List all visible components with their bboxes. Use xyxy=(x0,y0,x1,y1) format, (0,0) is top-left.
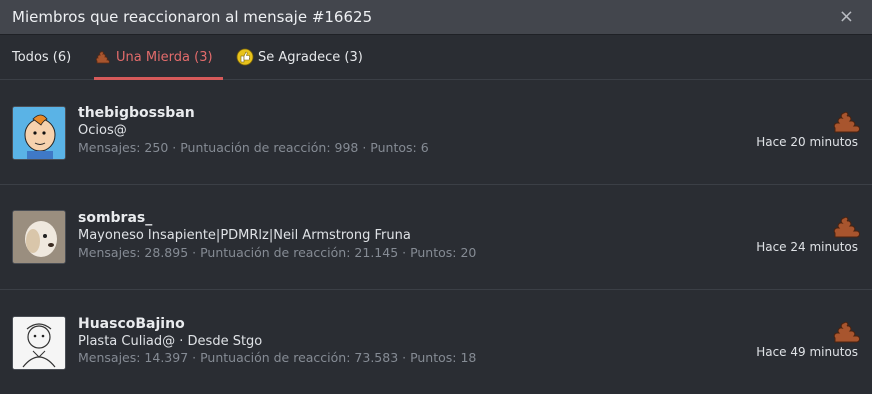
tab-all-label: Todos (6) xyxy=(12,49,72,65)
reaction-time: Hace 49 minutos xyxy=(756,345,858,359)
list-item: sombras_ Mayoneso Insapiente|PDMRlz|Neil… xyxy=(0,185,872,290)
thumbs-up-icon xyxy=(236,48,254,66)
list-item: thebigbossban Ocios@ Mensajes: 250 · Pun… xyxy=(0,80,872,185)
member-stats: Mensajes: 28.895 · Puntuación de reacció… xyxy=(78,245,476,260)
avatar[interactable] xyxy=(12,106,66,160)
member-stats-text: Mensajes: 14.397 · Puntuación de reacció… xyxy=(78,350,477,365)
avatar[interactable] xyxy=(12,210,66,264)
member-stats: Mensajes: 14.397 · Puntuación de reacció… xyxy=(78,350,476,365)
avatar-image xyxy=(13,317,65,369)
poop-icon xyxy=(833,321,860,343)
poop-icon xyxy=(833,216,860,238)
member-name[interactable]: sombras_ xyxy=(78,210,152,226)
poop-icon xyxy=(95,51,110,64)
list-item: HuascoBajino Plasta Culiad@ · Desde Stgo… xyxy=(0,290,872,394)
tab-all[interactable]: Todos (6) xyxy=(12,35,71,79)
member-title: Plasta Culiad@ · Desde Stgo xyxy=(78,334,263,349)
member-title: Mayoneso Insapiente|PDMRlz|Neil Armstron… xyxy=(78,228,411,243)
avatar[interactable] xyxy=(12,316,66,370)
member-name[interactable]: HuascoBajino xyxy=(78,316,185,332)
member-stats-text: Mensajes: 250 · Puntuación de reacción: … xyxy=(78,140,429,155)
member-name[interactable]: thebigbossban xyxy=(78,105,195,121)
reaction-tabs: Todos (6) Una Mierda (3) Se Agradece (3) xyxy=(0,35,872,80)
tab-se-agradece[interactable]: Se Agradece (3) xyxy=(236,35,363,79)
close-icon[interactable]: × xyxy=(839,6,854,27)
avatar-image xyxy=(13,211,65,263)
tab-una-mierda[interactable]: Una Mierda (3) xyxy=(94,35,223,80)
avatar-image xyxy=(13,107,65,159)
tab-una-mierda-label: Una Mierda (3) xyxy=(116,49,213,65)
reaction-time: Hace 24 minutos xyxy=(756,240,858,254)
modal-header: Miembros que reaccionaron al mensaje #16… xyxy=(0,0,872,35)
poop-icon xyxy=(833,111,860,133)
member-stats: Mensajes: 250 · Puntuación de reacción: … xyxy=(78,140,429,155)
tab-se-agradece-label: Se Agradece (3) xyxy=(258,49,363,65)
modal-title: Miembros que reaccionaron al mensaje #16… xyxy=(12,8,373,26)
reaction-time: Hace 20 minutos xyxy=(756,135,858,149)
member-stats-text: Mensajes: 28.895 · Puntuación de reacció… xyxy=(78,245,477,260)
member-title: Ocios@ xyxy=(78,123,127,138)
